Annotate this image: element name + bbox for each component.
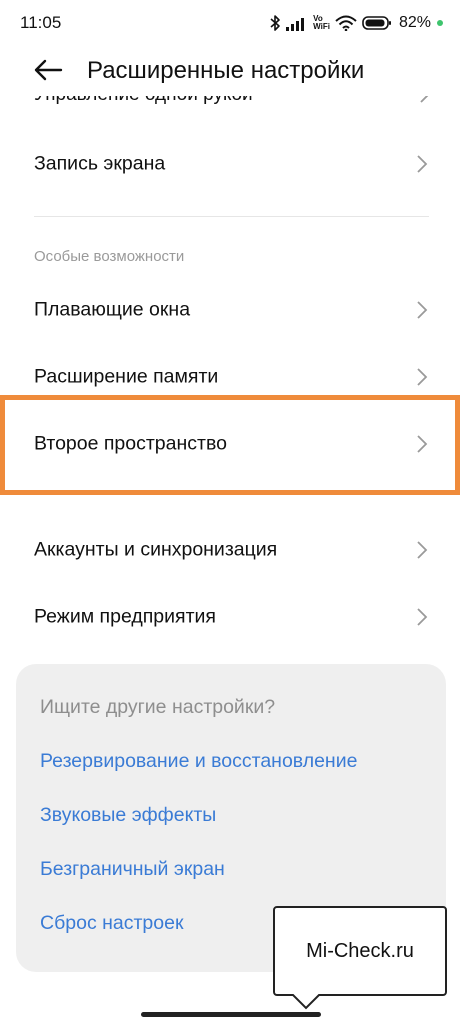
watermark-text: Mi-Check.ru (306, 939, 414, 962)
watermark-tail (292, 994, 321, 1010)
link-reset-settings[interactable]: Сброс настроек (40, 912, 183, 935)
page-title: Расширенные настройки (87, 57, 365, 84)
status-icons: Vo WiFi 82% (269, 10, 443, 36)
link-backup-restore[interactable]: Резервирование и восстановление (40, 750, 357, 773)
back-button[interactable] (28, 54, 68, 90)
divider (34, 216, 429, 217)
highlight-frame (0, 395, 460, 495)
list-item-label: Управление одной рукой (34, 96, 253, 106)
list-item-label: Запись экрана (34, 152, 166, 175)
card-title: Ищите другие настройки? (40, 696, 276, 718)
list-item-accounts-sync[interactable]: Аккаунты и синхронизация (0, 520, 461, 580)
status-bar: 11:05 Vo WiFi 82% (0, 0, 461, 46)
list-item-floating-windows[interactable]: Плавающие окна (0, 280, 461, 340)
chevron-right-icon (416, 367, 428, 387)
chevron-right-icon (416, 607, 428, 627)
volte-wifi-icon: Vo WiFi (313, 15, 330, 31)
chevron-right-icon (416, 300, 428, 320)
arrow-left-icon (33, 59, 63, 86)
bluetooth-icon (269, 14, 281, 32)
green-dot-indicator (437, 20, 443, 26)
home-indicator[interactable] (141, 1012, 321, 1017)
list-item-label: Режим предприятия (34, 605, 216, 628)
link-sound-effects[interactable]: Звуковые эффекты (40, 804, 216, 827)
battery-icon (362, 15, 392, 31)
chevron-right-icon (416, 540, 428, 560)
chevron-right-icon (419, 96, 431, 109)
battery-percent: 82% (398, 14, 431, 31)
watermark-bubble: Mi-Check.ru (273, 906, 447, 996)
section-title: Особые возможности (34, 248, 185, 265)
status-time: 11:05 (20, 13, 62, 32)
list-item-enterprise-mode[interactable]: Режим предприятия (0, 587, 461, 647)
signal-icon (286, 15, 308, 31)
list-item-screen-record[interactable]: Запись экрана (0, 134, 461, 194)
chevron-right-icon (416, 154, 428, 174)
header: Расширенные настройки (0, 46, 461, 98)
list-item-label: Плавающие окна (34, 298, 191, 321)
list-item-one-hand-mode[interactable]: Управление одной рукой (0, 96, 461, 112)
list-item-label: Аккаунты и синхронизация (34, 538, 278, 561)
wifi-icon (335, 15, 357, 31)
link-borderless-screen[interactable]: Безграничный экран (40, 858, 225, 881)
volte-bottom-label: WiFi (313, 22, 330, 31)
list-item-label: Расширение памяти (34, 365, 219, 388)
